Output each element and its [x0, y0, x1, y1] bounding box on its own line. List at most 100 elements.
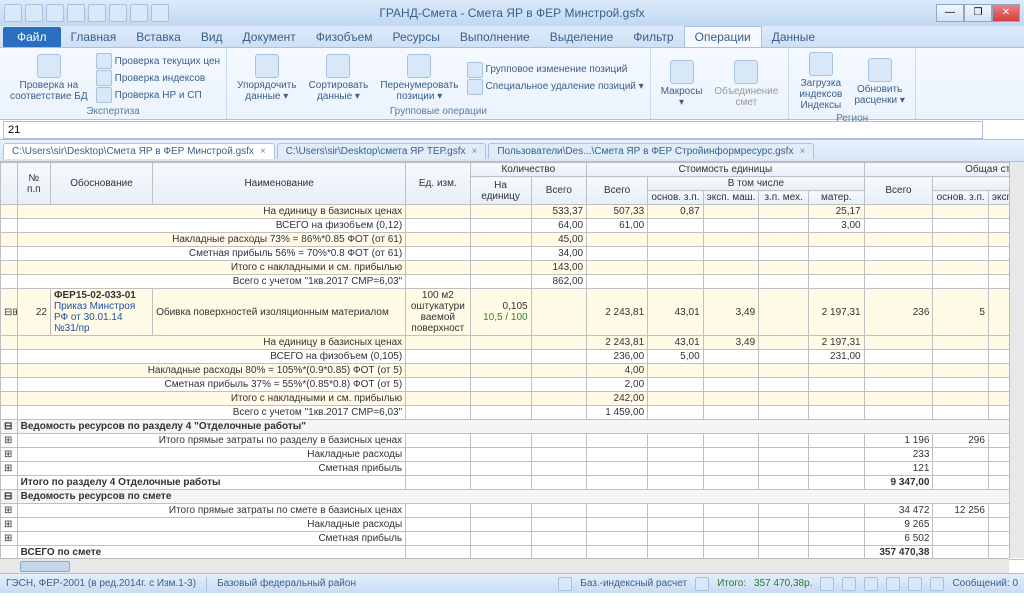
col-ed[interactable]: Ед. изм. — [406, 163, 470, 205]
tab-resources[interactable]: Ресурсы — [383, 27, 450, 47]
scrollbar-horizontal[interactable] — [0, 558, 1009, 573]
close-icon[interactable]: × — [799, 146, 805, 157]
msg-icon[interactable] — [930, 577, 944, 591]
scroll-thumb[interactable] — [20, 561, 70, 572]
tab-document[interactable]: Документ — [233, 27, 306, 47]
table-row[interactable]: На единицу в базисных ценах533,37507,330… — [1, 205, 1024, 219]
table-row[interactable]: ⊞Накладные расходы233 — [1, 448, 1024, 462]
table-row[interactable]: Сметная прибыль 56% = 70%*0.8 ФОТ (от 61… — [1, 247, 1024, 261]
tab-view[interactable]: Вид — [191, 27, 233, 47]
table-row[interactable]: Сметная прибыль 37% = 55%*(0.85*0.8) ФОТ… — [1, 378, 1024, 392]
status-calc-mode: Баз.-индексный расчет — [580, 578, 687, 589]
minimize-button[interactable]: — — [936, 4, 964, 22]
table-row[interactable]: ⊞Накладные расходы9 265 — [1, 518, 1024, 532]
group-label-expertise: Экспертиза — [6, 106, 220, 117]
renumber-button[interactable]: Перенумеровать позиции ▾ — [376, 52, 462, 104]
status-total-label: Итого: — [717, 578, 746, 589]
table-row[interactable]: Всего с учетом "1кв.2017 СМР=6,03"1 459,… — [1, 406, 1024, 420]
tab-data[interactable]: Данные — [762, 27, 825, 47]
qat-btn-icon[interactable] — [88, 4, 106, 22]
tab-home[interactable]: Главная — [61, 27, 127, 47]
sort-icon — [255, 54, 279, 78]
status-messages: Сообщений: 0 — [952, 578, 1018, 589]
maximize-button[interactable]: ❐ — [964, 4, 992, 22]
macros-button[interactable]: Макросы ▾ — [657, 58, 707, 110]
col-obos[interactable]: Обоснование — [50, 163, 152, 205]
formula-input[interactable] — [3, 121, 983, 139]
close-button[interactable]: ✕ — [992, 4, 1020, 22]
col-naim[interactable]: Наименование — [153, 163, 406, 205]
table-row[interactable]: На единицу в базисных ценах2 243,8143,01… — [1, 336, 1024, 350]
table-row[interactable]: Накладные расходы 80% = 105%*(0.9*0.85) … — [1, 364, 1024, 378]
number-icon — [407, 54, 431, 78]
sort-data-button[interactable]: Сортировать данные ▾ — [305, 52, 373, 104]
qat-btn-icon[interactable] — [109, 4, 127, 22]
tab-operations[interactable]: Операции — [684, 26, 762, 47]
table-row[interactable]: ⊞Итого прямые затраты по смете в базисны… — [1, 504, 1024, 518]
file-tab[interactable]: Файл — [3, 27, 61, 47]
check-nr-sp-item[interactable]: Проверка НР и СП — [96, 87, 220, 103]
group-change-item[interactable]: Групповое изменение позиций — [467, 62, 644, 78]
macros-icon — [670, 60, 694, 84]
calc-mode-icon[interactable] — [558, 577, 572, 591]
check-indexes-item[interactable]: Проверка индексов — [96, 70, 220, 86]
document-tab-bar: C:\Users\sir\Desktop\Смета ЯР в ФЕР Минс… — [0, 140, 1024, 162]
col-nn[interactable]: № п.п — [17, 163, 50, 205]
download-icon — [809, 52, 833, 76]
ribbon-panel: Проверка на соответствие БД Проверка тек… — [0, 48, 1024, 120]
check-prices-item[interactable]: Проверка текущих цен — [96, 53, 220, 69]
table-row[interactable]: ⊟⊞22ФЕР15-02-033-01Приказ Минстроя РФ от… — [1, 289, 1024, 336]
flag-icon[interactable] — [842, 577, 856, 591]
estimate-table[interactable]: № п.п Обоснование Наименование Ед. изм. … — [0, 162, 1024, 560]
doc-tab-1[interactable]: C:\Users\sir\Desktop\Смета ЯР в ФЕР Минс… — [3, 143, 275, 159]
table-row[interactable]: ⊟Ведомость ресурсов по смете — [1, 490, 1024, 504]
table-row[interactable]: Итого с накладными и см. прибылью242,00 — [1, 392, 1024, 406]
flag-icon[interactable] — [908, 577, 922, 591]
table-row[interactable]: ⊟Ведомость ресурсов по разделу 4 "Отдело… — [1, 420, 1024, 434]
flag-icon[interactable] — [864, 577, 878, 591]
doc-tab-2[interactable]: C:\Users\sir\Desktop\смета ЯР ТЕР.gsfx× — [277, 143, 487, 159]
table-row[interactable]: Накладные расходы 73% = 86%*0.85 ФОТ (от… — [1, 233, 1024, 247]
check-db-button[interactable]: Проверка на соответствие БД — [6, 52, 92, 104]
tab-filter[interactable]: Фильтр — [623, 27, 683, 47]
flag-icon[interactable] — [820, 577, 834, 591]
table-row[interactable]: ⊞Сметная прибыль121 — [1, 462, 1024, 476]
status-region: Базовый федеральный район — [217, 578, 356, 589]
col-stoim[interactable]: Стоимость единицы — [587, 163, 865, 177]
status-total: 357 470,38р. — [754, 578, 812, 589]
qat-btn-icon[interactable] — [130, 4, 148, 22]
qat-redo-icon[interactable] — [46, 4, 64, 22]
formula-bar — [0, 120, 1024, 140]
checklist-icon — [37, 54, 61, 78]
table-row[interactable]: ВСЕГО на физобъем (0,12)64,0061,003,005,… — [1, 219, 1024, 233]
table-row[interactable]: ВСЕГО на физобъем (0,105)236,005,00231,0… — [1, 350, 1024, 364]
table-row[interactable]: Итого с накладными и см. прибылью143,00 — [1, 261, 1024, 275]
flag-icon[interactable] — [886, 577, 900, 591]
col-kol[interactable]: Количество — [470, 163, 587, 177]
quick-access-toolbar — [4, 4, 169, 22]
title-bar: ГРАНД-Смета - Смета ЯР в ФЕР Минстрой.gs… — [0, 0, 1024, 26]
close-icon[interactable]: × — [260, 146, 266, 157]
close-icon[interactable]: × — [472, 146, 478, 157]
doc-tab-3[interactable]: Пользователи\Des...\Смета ЯР в ФЕР Строй… — [488, 143, 814, 159]
tab-physvol[interactable]: Физобъем — [306, 27, 383, 47]
qat-undo-icon[interactable] — [25, 4, 43, 22]
table-row[interactable]: Всего с учетом "1кв.2017 СМР=6,03"862,00 — [1, 275, 1024, 289]
status-norms: ГЭСН, ФЕР-2001 (в ред.2014г. с Изм.1-3) — [6, 578, 196, 589]
special-delete-item[interactable]: Специальное удаление позиций ▾ — [467, 79, 644, 95]
update-rates-button[interactable]: Обновить расценки ▾ — [850, 56, 909, 108]
tab-progress[interactable]: Выполнение — [450, 27, 540, 47]
qat-btn-icon[interactable] — [67, 4, 85, 22]
order-data-button[interactable]: Упорядочить данные ▾ — [233, 52, 301, 104]
qat-dropdown-icon[interactable] — [151, 4, 169, 22]
col-obst[interactable]: Общая стоимость — [864, 163, 1024, 177]
table-row[interactable]: ⊞Итого прямые затраты по разделу в базис… — [1, 434, 1024, 448]
load-indexes-button[interactable]: Загрузка индексов Индексы — [795, 50, 846, 113]
table-row[interactable]: ⊞Сметная прибыль6 502 — [1, 532, 1024, 546]
scrollbar-vertical[interactable] — [1009, 162, 1024, 558]
table-row[interactable]: Итого по разделу 4 Отделочные работы9 34… — [1, 476, 1024, 490]
tab-selection[interactable]: Выделение — [540, 27, 624, 47]
qat-save-icon[interactable] — [4, 4, 22, 22]
spreadsheet-area: № п.п Обоснование Наименование Ед. изм. … — [0, 162, 1024, 573]
tab-insert[interactable]: Вставка — [126, 27, 191, 47]
